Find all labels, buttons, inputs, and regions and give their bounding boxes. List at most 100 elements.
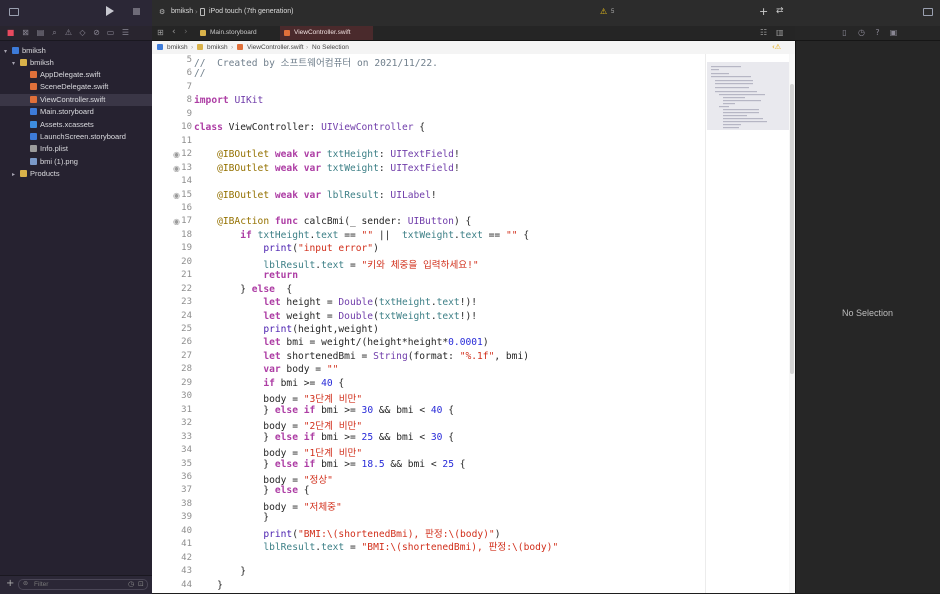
code-line[interactable]: let height = Double(txtHeight.text!)! xyxy=(194,297,477,308)
code-line[interactable]: } else if bmi >= 30 && bmi < 40 { xyxy=(194,405,454,416)
line-number: 37 xyxy=(181,485,192,496)
code-line[interactable]: body = "2단계 비만" xyxy=(194,418,362,432)
tab-label: Main.storyboard xyxy=(210,29,257,36)
jump-folder[interactable]: bmiksh xyxy=(207,41,228,54)
sidebar-toggle-icon[interactable] xyxy=(9,8,19,16)
code-line[interactable]: @IBOutlet weak var txtHeight: UITextFiel… xyxy=(194,149,460,160)
jump-selection[interactable]: No Selection xyxy=(312,41,349,54)
add-library-icon[interactable]: + xyxy=(759,5,768,18)
outlet-connection-icon[interactable]: ◉ xyxy=(172,217,181,226)
navigator-toolbar xyxy=(0,0,152,27)
breakpoint-icon[interactable]: ▭ xyxy=(106,28,115,37)
navigator-file-item[interactable]: Info.plist xyxy=(0,143,152,155)
navigator-file-item[interactable]: SceneDelegate.swift xyxy=(0,81,152,93)
code-review-icon[interactable]: ⇄ xyxy=(776,6,784,16)
scheme-selector[interactable]: bmiksh xyxy=(171,8,193,15)
code-line[interactable]: @IBOutlet weak var txtWeight: UITextFiel… xyxy=(194,163,460,174)
jump-file[interactable]: ViewController.swift xyxy=(247,41,304,54)
symbol-icon[interactable]: ▤ xyxy=(36,28,45,37)
forward-icon[interactable]: › xyxy=(184,27,188,37)
jump-warning-icon[interactable]: ‹⚠ xyxy=(772,41,781,54)
split-editor-icon[interactable]: ▥ xyxy=(776,28,784,37)
code-line[interactable]: print("input error") xyxy=(194,243,379,254)
code-line[interactable]: if txtHeight.text == "" || txtWeight.tex… xyxy=(194,230,529,241)
code-line[interactable]: return xyxy=(194,270,298,281)
file-icon xyxy=(30,120,37,128)
navigator-file-item[interactable]: bmi (1).png xyxy=(0,156,152,168)
code-line[interactable]: } xyxy=(194,580,223,591)
code-line[interactable]: var body = "" xyxy=(194,364,338,375)
device-selector[interactable]: iPod touch (7th generation) xyxy=(209,8,293,15)
scrollbar-thumb[interactable] xyxy=(790,84,794,374)
identity-inspector-icon[interactable]: ▣ xyxy=(889,28,898,37)
code-line[interactable]: @IBAction func calcBmi(_ sender: UIButto… xyxy=(194,216,471,227)
tab-viewcontroller-swift[interactable]: ViewController.swift xyxy=(280,26,373,40)
test-icon[interactable]: ◇ xyxy=(78,28,87,37)
code-line[interactable]: let bmi = weight/(height*height*0.0001) xyxy=(194,337,488,348)
code-line[interactable]: let shortenedBmi = String(format: "%.1f"… xyxy=(194,351,529,362)
code-line[interactable]: } else if bmi >= 25 && bmi < 30 { xyxy=(194,432,454,443)
line-number: 34 xyxy=(181,445,192,456)
code-line[interactable]: import UIKit xyxy=(194,95,263,106)
disclosure-closed-icon[interactable]: ▸ xyxy=(12,169,18,181)
warning-icon[interactable]: ⚠ xyxy=(600,7,607,16)
navigator-file-item[interactable]: LaunchScreen.storyboard xyxy=(0,131,152,143)
file-inspector-icon[interactable]: ▯ xyxy=(840,28,849,37)
quick-help-icon[interactable]: ? xyxy=(873,28,882,37)
code-line[interactable]: body = "정상" xyxy=(194,472,333,486)
find-icon[interactable]: ⌕ xyxy=(50,28,59,37)
source-control-icon[interactable]: ⊠ xyxy=(21,28,30,37)
code-line[interactable]: } else { xyxy=(194,284,292,295)
code-line[interactable]: } xyxy=(194,512,269,523)
editor-options-icon[interactable]: ☷ xyxy=(760,28,767,37)
code-line[interactable]: // xyxy=(194,68,206,79)
code-line[interactable]: body = "1단계 비만" xyxy=(194,445,362,459)
outlet-connection-icon[interactable]: ◉ xyxy=(172,164,181,173)
group-products[interactable]: ▸ Products xyxy=(0,168,152,180)
recent-files-icon[interactable]: ◷ xyxy=(128,580,134,588)
code-line[interactable]: } else if bmi >= 18.5 && bmi < 25 { xyxy=(194,459,465,470)
add-icon[interactable]: + xyxy=(6,578,14,589)
minimap[interactable] xyxy=(707,62,789,130)
navigator-file-item[interactable]: Assets.xcassets xyxy=(0,119,152,131)
navigator-filter-bar: + ⊜ Filter ◷ ⊡ xyxy=(0,575,152,594)
issue-icon[interactable]: ⚠ xyxy=(64,28,73,37)
code-line[interactable]: class ViewController: UIViewController { xyxy=(194,122,425,133)
group-bmiksh[interactable]: ▾ bmiksh xyxy=(0,57,152,69)
code-line[interactable]: lblResult.text = "BMI:\(shortenedBmi), 판… xyxy=(194,539,558,553)
related-items-icon[interactable]: ⊞ xyxy=(157,28,164,37)
code-line[interactable]: body = "저체중" xyxy=(194,499,341,513)
navigator-file-item[interactable]: Main.storyboard xyxy=(0,106,152,118)
code-line[interactable]: body = "3단계 비만" xyxy=(194,391,362,405)
code-line[interactable]: } xyxy=(194,566,246,577)
folder-icon[interactable]: ■ xyxy=(6,28,15,37)
inspector-toggle-icon[interactable] xyxy=(923,8,933,16)
code-line[interactable]: } else { xyxy=(194,485,309,496)
code-line[interactable]: let weight = Double(txtWeight.text!)! xyxy=(194,311,477,322)
debug-icon[interactable]: ⊘ xyxy=(92,28,101,37)
code-line[interactable]: print(height,weight) xyxy=(194,324,379,335)
code-line[interactable]: if bmi >= 40 { xyxy=(194,378,344,389)
jump-project[interactable]: bmiksh xyxy=(167,41,188,54)
history-inspector-icon[interactable]: ◷ xyxy=(857,28,866,37)
outlet-connection-icon[interactable]: ◉ xyxy=(172,191,181,200)
source-editor[interactable]: 5 6 7 8 9 10 11 12 ◉ 13 ◉ 14 15 ◉ 16 17 ◉ 18 19 20 21 22 23 24 2… xyxy=(152,54,795,593)
back-icon[interactable]: ‹ xyxy=(172,27,176,37)
outlet-connection-icon[interactable]: ◉ xyxy=(172,150,181,159)
stop-button[interactable] xyxy=(133,8,140,15)
code-line[interactable]: lblResult.text = "키와 체중을 입력하세요!" xyxy=(194,257,478,271)
project-root[interactable]: ▾ bmiksh xyxy=(0,45,152,57)
line-number: 30 xyxy=(181,391,192,402)
project-icon xyxy=(12,47,19,54)
navigator-file-item[interactable]: ViewController.swift xyxy=(0,93,152,106)
report-icon[interactable]: ☰ xyxy=(121,28,130,37)
code-line[interactable]: print("BMI:\(shortenedBmi), 판정:\(body)") xyxy=(194,526,500,540)
tab-main-storyboard[interactable]: Main.storyboard xyxy=(196,26,276,40)
navigator-file-item[interactable]: AppDelegate.swift xyxy=(0,69,152,81)
run-button[interactable] xyxy=(106,6,114,16)
filter-input[interactable]: ⊜ Filter ◷ ⊡ xyxy=(18,579,148,590)
code-line[interactable]: @IBOutlet weak var lblResult: UILabel! xyxy=(194,190,437,201)
scm-filter-icon[interactable]: ⊡ xyxy=(138,580,144,588)
file-name: bmi (1).png xyxy=(40,156,78,166)
code-line[interactable]: // Created by 소프트웨어컴퓨터 on 2021/11/22. xyxy=(194,55,438,69)
